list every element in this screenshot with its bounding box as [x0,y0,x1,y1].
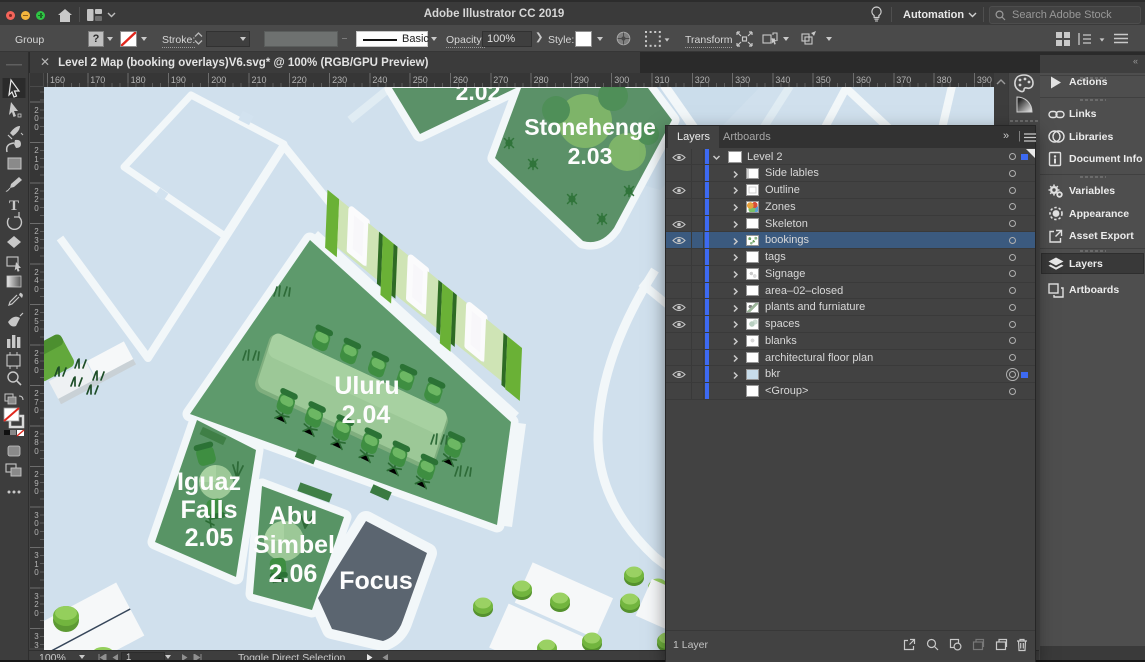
svg-text:Uluru: Uluru [334,372,399,400]
svg-text:Iguaz: Iguaz [177,468,241,496]
svg-text:2.02: 2.02 [456,87,501,105]
svg-text:Focus: Focus [339,567,413,595]
svg-text:Abu: Abu [269,502,318,530]
svg-text:Falls: Falls [181,496,238,524]
svg-text:Stonehenge: Stonehenge [524,114,656,140]
svg-text:Simbel: Simbel [253,531,335,559]
svg-text:T: T [9,198,19,214]
svg-text:2.04: 2.04 [342,401,391,429]
svg-text:2.03: 2.03 [568,143,613,169]
svg-text:2.06: 2.06 [269,560,318,588]
svg-text:2.05: 2.05 [185,524,234,552]
